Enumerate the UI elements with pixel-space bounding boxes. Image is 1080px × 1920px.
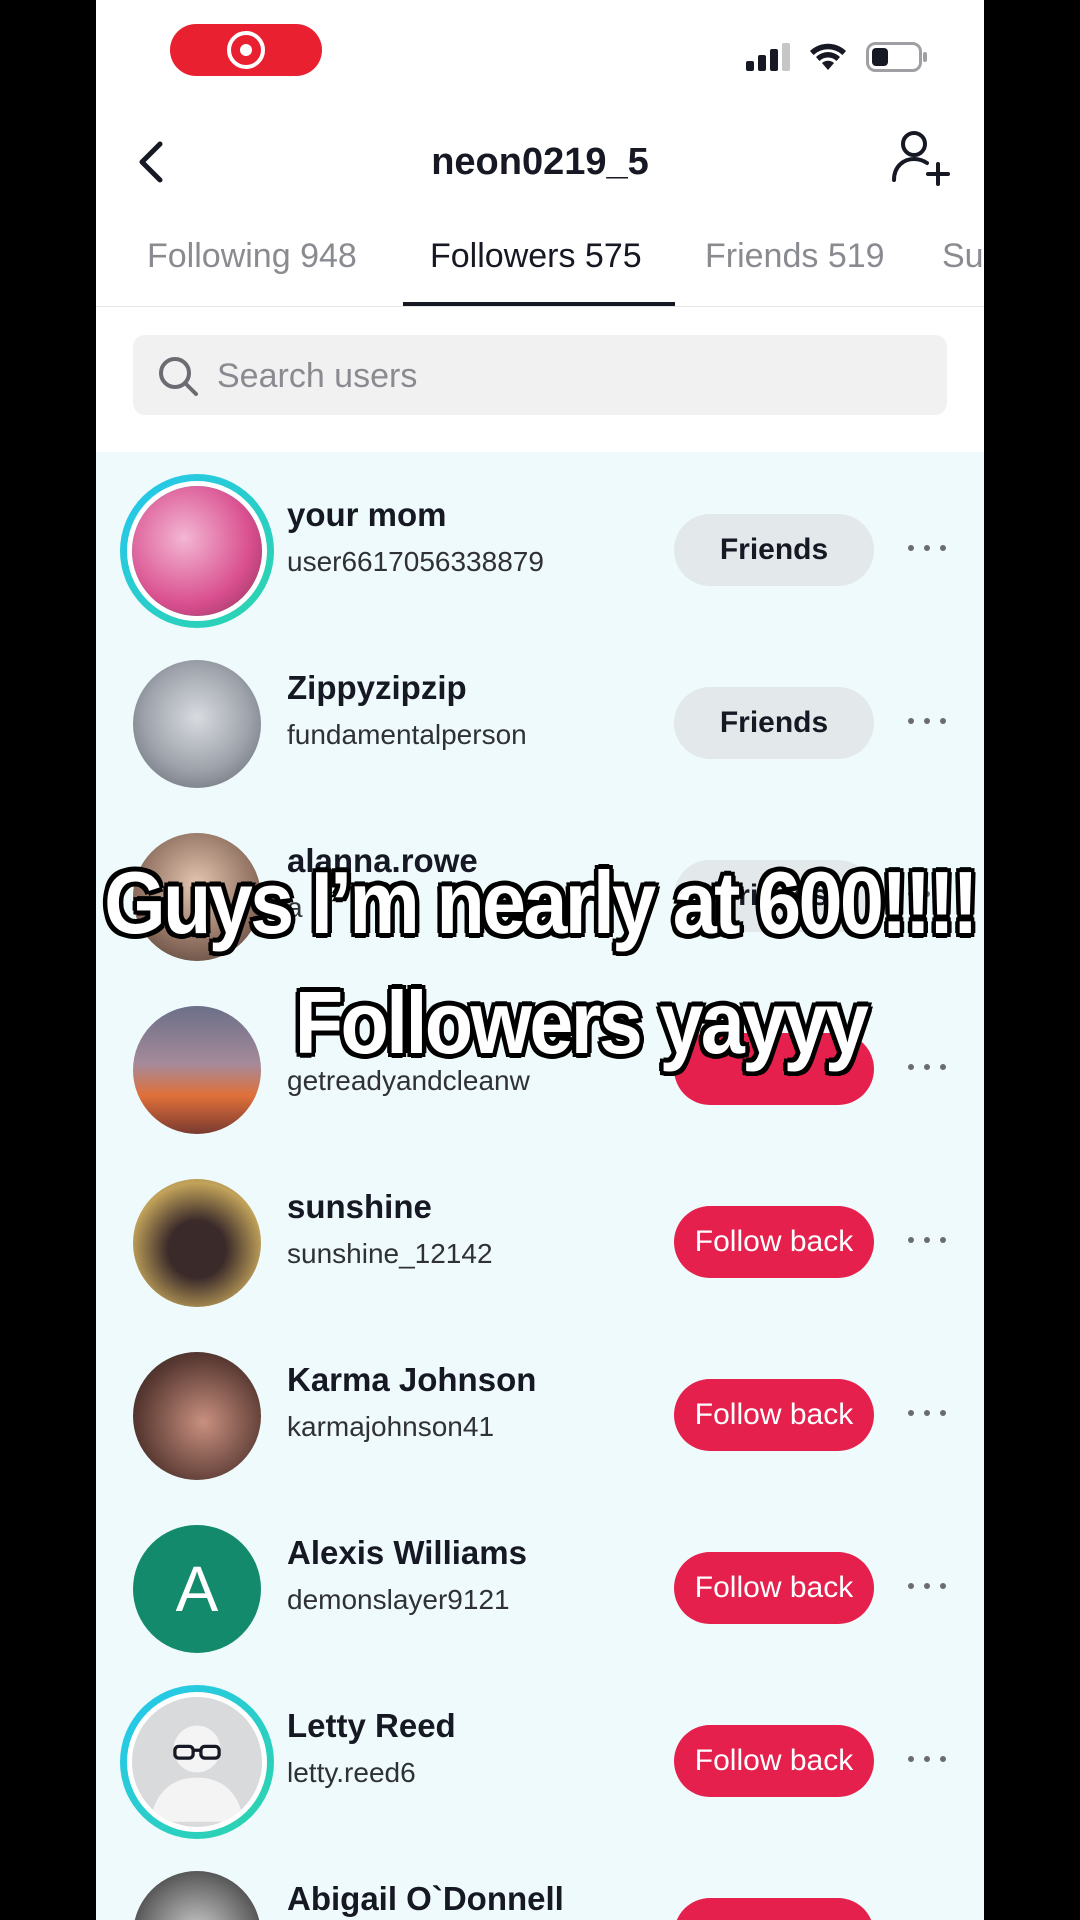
- follow-back-button[interactable]: Follow back: [674, 1552, 874, 1624]
- follow-back-button[interactable]: Follow back: [674, 1725, 874, 1797]
- username: demonslayer9121: [287, 1584, 510, 1615]
- display-name: Abigail O`Donnell: [287, 1880, 564, 1917]
- more-options-icon[interactable]: [908, 536, 948, 560]
- list-item[interactable]: getreadyandcleanw: [96, 971, 984, 1144]
- follow-back-button[interactable]: Follow back: [674, 1379, 874, 1451]
- display-name: Zippyzipzip: [287, 669, 467, 706]
- list-item[interactable]: Karma Johnson karmajohnson41 Follow back: [96, 1317, 984, 1490]
- battery-icon: [866, 42, 927, 72]
- page-title: neon0219_5: [431, 141, 649, 183]
- avatar[interactable]: [120, 474, 274, 628]
- list-item[interactable]: your mom user6617056338879 Friends: [96, 452, 984, 628]
- list-item[interactable]: Abigail O`Donnell Follow back: [96, 1836, 984, 1920]
- more-options-icon[interactable]: [908, 1574, 948, 1598]
- display-name: Karma Johnson: [287, 1361, 537, 1398]
- list-item[interactable]: Letty Reed letty.reed6 Follow back: [96, 1663, 984, 1839]
- username: letty.reed6: [287, 1757, 416, 1788]
- followers-list: your mom user6617056338879 Friends Zippy…: [96, 452, 984, 1920]
- list-item[interactable]: alanna.rowe a Friends: [96, 798, 984, 971]
- more-options-icon[interactable]: [908, 709, 948, 733]
- tab-following[interactable]: Following 948: [147, 234, 357, 278]
- record-icon: [227, 31, 265, 69]
- tab-followers[interactable]: Followers 575: [430, 234, 642, 278]
- display-name: sunshine: [287, 1188, 432, 1225]
- search-bar: [133, 335, 947, 417]
- search-input[interactable]: [215, 335, 919, 417]
- display-name: Alexis Williams: [287, 1534, 527, 1571]
- more-options-icon[interactable]: [908, 1747, 948, 1771]
- avatar[interactable]: [133, 660, 261, 788]
- username: sunshine_12142: [287, 1238, 493, 1269]
- default-avatar-icon: [150, 1725, 244, 1822]
- more-options-icon[interactable]: [908, 882, 948, 906]
- username: getreadyandcleanw: [287, 1065, 530, 1096]
- search-icon: [159, 357, 198, 396]
- list-item[interactable]: Zippyzipzip fundamentalperson Friends: [96, 625, 984, 798]
- avatar[interactable]: [120, 1685, 274, 1839]
- avatar[interactable]: [133, 1352, 261, 1480]
- follow-back-button[interactable]: Follow back: [674, 1206, 874, 1278]
- screen-record-indicator[interactable]: [170, 24, 322, 76]
- username: a: [287, 892, 303, 923]
- display-name: Letty Reed: [287, 1707, 456, 1744]
- more-options-icon[interactable]: [908, 1228, 948, 1252]
- tab-bar: Following 948 Followers 575 Friends 519 …: [96, 220, 984, 307]
- username: user6617056338879: [287, 546, 544, 577]
- list-item[interactable]: sunshine sunshine_12142 Follow back: [96, 1144, 984, 1317]
- username: fundamentalperson: [287, 719, 527, 750]
- avatar[interactable]: [133, 1871, 261, 1920]
- display-name: your mom: [287, 496, 447, 533]
- header: neon0219_5: [96, 110, 984, 210]
- avatar[interactable]: [133, 1179, 261, 1307]
- display-name: alanna.rowe: [287, 842, 478, 879]
- list-item[interactable]: A Alexis Williams demonslayer9121 Follow…: [96, 1490, 984, 1663]
- phone-screen: neon0219_5 Following 948 Followers 575 F…: [96, 0, 984, 1920]
- friends-button[interactable]: Friends: [674, 514, 874, 586]
- avatar-letter: A: [175, 1553, 219, 1625]
- more-options-icon[interactable]: [908, 1401, 948, 1425]
- tab-friends[interactable]: Friends 519: [705, 234, 885, 278]
- follow-back-button[interactable]: Follow back: [674, 1898, 874, 1920]
- friends-button[interactable]: Friends: [674, 860, 874, 932]
- avatar[interactable]: A: [133, 1525, 261, 1653]
- avatar[interactable]: [133, 1006, 261, 1134]
- more-options-icon[interactable]: [908, 1055, 948, 1079]
- tab-suggested[interactable]: Su: [942, 234, 984, 278]
- active-tab-indicator: [403, 302, 675, 306]
- cellular-signal-icon: [746, 43, 790, 71]
- friends-button[interactable]: Friends: [674, 687, 874, 759]
- wifi-icon: [810, 43, 846, 70]
- status-bar: [96, 0, 984, 110]
- follow-back-button[interactable]: [674, 1033, 874, 1105]
- username: karmajohnson41: [287, 1411, 495, 1442]
- add-friend-icon[interactable]: [890, 126, 954, 190]
- avatar[interactable]: [133, 833, 261, 961]
- status-icons: [746, 42, 928, 72]
